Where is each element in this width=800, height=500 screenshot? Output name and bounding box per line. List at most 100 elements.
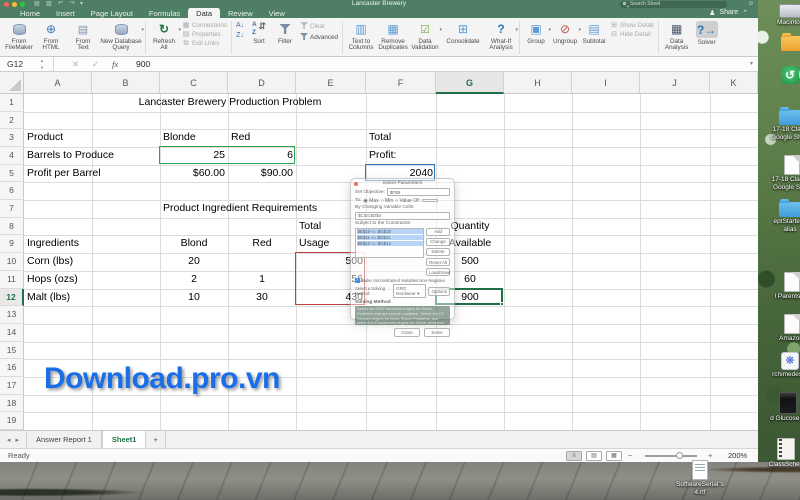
method-dropdown[interactable]: GRG Nonlinear ▾ xyxy=(393,284,427,299)
row-header-3[interactable]: 3 xyxy=(0,129,24,148)
what-if-analysis-button[interactable]: ? ▾ What-If Analysis xyxy=(485,20,518,52)
cell-C11[interactable]: 2 xyxy=(160,271,228,289)
row-header-10[interactable]: 10 xyxy=(0,253,24,271)
row-header-18[interactable]: 18 xyxy=(0,394,24,413)
insert-function-icon[interactable]: fx xyxy=(112,57,118,72)
share-button[interactable]: Share xyxy=(719,9,738,16)
solve-button[interactable]: Solve xyxy=(424,327,450,337)
row-header-5[interactable]: 5 xyxy=(0,164,24,183)
cell-D12[interactable]: 30 xyxy=(228,289,296,307)
add-constraint-button[interactable]: Add xyxy=(426,227,450,237)
from-text-button[interactable]: ▤ From Text xyxy=(67,20,99,52)
data-analysis-button[interactable]: ▦ Data Analysis xyxy=(661,20,693,52)
load-save-button[interactable]: Load/Save xyxy=(426,267,451,277)
sort-button[interactable]: A Z ⇵ Sort xyxy=(246,20,272,45)
row-header-9[interactable]: 9 xyxy=(0,235,24,254)
sort-ascending-button[interactable]: A↓ xyxy=(236,22,244,30)
cell-A11[interactable]: Hops (ozs) xyxy=(24,271,92,289)
objective-field[interactable]: $F$5 xyxy=(386,188,450,196)
column-header-C[interactable]: C xyxy=(160,72,228,94)
close-button[interactable]: Close xyxy=(394,327,420,337)
dialog-close-icon[interactable] xyxy=(354,181,358,186)
min-radio[interactable]: ○ Min xyxy=(381,198,393,204)
row-header-4[interactable]: 4 xyxy=(0,147,24,165)
cell-D9[interactable]: Red xyxy=(228,235,296,253)
cell-C3[interactable]: Blonde xyxy=(160,129,228,147)
tab-page-layout[interactable]: Page Layout xyxy=(83,8,141,18)
add-sheet-button[interactable]: + xyxy=(146,431,166,448)
cell-C9[interactable]: Blond xyxy=(160,235,228,253)
feedback-smiley-icon[interactable]: ☺ xyxy=(747,0,754,8)
row-header-6[interactable]: 6 xyxy=(0,182,24,201)
new-database-query-button[interactable]: ▾ New Database Query xyxy=(99,20,144,52)
desktop-icon-macintos[interactable]: Macintos xyxy=(766,4,800,27)
column-header-B[interactable]: B xyxy=(92,72,160,94)
tab-review[interactable]: Review xyxy=(220,8,261,18)
constraint-item[interactable]: $E$11 <= $G$11 xyxy=(356,234,423,241)
desktop-icon-eptstarterk[interactable]: eptStarterKalias xyxy=(766,199,800,233)
show-detail-button[interactable]: ⊞ Show Detail xyxy=(610,22,654,30)
row-header-1[interactable]: 1 xyxy=(0,94,24,112)
desktop-icon-classsched[interactable]: ClassSched xyxy=(762,438,800,469)
reset-all-button[interactable]: Reset All xyxy=(426,257,450,267)
connections-button[interactable]: ▦ Connections xyxy=(182,22,227,30)
column-header-D[interactable]: D xyxy=(228,72,296,94)
subtotal-button[interactable]: ▤ Subtotal xyxy=(580,20,608,45)
cell-D3[interactable]: Red xyxy=(228,129,296,147)
row-header-15[interactable]: 15 xyxy=(0,341,24,360)
name-box-stepper[interactable]: ▲ ▼ xyxy=(40,58,44,71)
column-header-E[interactable]: E xyxy=(296,72,366,94)
filter-button[interactable]: Filter xyxy=(272,20,298,45)
cell-C5[interactable]: $60.00 xyxy=(160,165,228,183)
column-header-K[interactable]: K xyxy=(710,72,758,94)
cancel-entry-icon[interactable]: ✕ xyxy=(72,57,79,72)
next-sheet-icon[interactable]: ▸ xyxy=(16,436,20,444)
consolidate-button[interactable]: ⊞ Consolidate xyxy=(441,20,485,45)
desktop-icon-tmachine[interactable]: ↺ xyxy=(766,66,800,85)
row-header-11[interactable]: 11 xyxy=(0,270,24,289)
tab-data[interactable]: Data xyxy=(188,8,221,18)
column-header-J[interactable]: J xyxy=(640,72,710,94)
cell-A5[interactable]: Profit per Barrel xyxy=(24,165,101,183)
change-constraint-button[interactable]: Change xyxy=(426,237,450,247)
advanced-filter-button[interactable]: Advanced xyxy=(300,33,338,43)
constraint-item[interactable]: $E$12 <= $G$12 xyxy=(356,240,423,246)
clear-filter-button[interactable]: Clear xyxy=(300,22,338,32)
prev-sheet-icon[interactable]: ◂ xyxy=(7,436,11,444)
row-header-19[interactable]: 19 xyxy=(0,412,24,430)
row-header-14[interactable]: 14 xyxy=(0,323,24,342)
desktop-icon-17-18-class[interactable]: 17-18 ClassGoogle Shee xyxy=(766,107,800,141)
row-header-16[interactable]: 16 xyxy=(0,359,24,377)
hide-detail-button[interactable]: ⊟ Hide Detail xyxy=(610,31,654,39)
column-header-G[interactable]: G xyxy=(436,72,504,94)
from-html-button[interactable]: ⊕ From HTML xyxy=(35,20,67,52)
page-layout-view-button[interactable]: ▤ xyxy=(586,451,602,461)
cell-A1[interactable]: Lancaster Brewery Production Problem xyxy=(24,94,436,112)
row-header-17[interactable]: 17 xyxy=(0,376,24,395)
constraint-item[interactable]: $E$10 <= $G$10 xyxy=(356,229,423,235)
value-of-radio[interactable]: ○ Value Of: xyxy=(395,198,420,204)
value-of-field[interactable] xyxy=(422,199,439,202)
desktop-icon-softwareserial-s-4-rtf[interactable]: SoftwareSerial"s 4.rtf xyxy=(676,460,724,496)
cell-A9[interactable]: Ingredients xyxy=(24,235,92,253)
refresh-all-button[interactable]: ↻ ▾ Refresh All xyxy=(148,20,181,52)
row-header-12[interactable]: 12 xyxy=(0,288,24,307)
spreadsheet-grid[interactable]: Download.pro.vn Solver Parameters Set Ob… xyxy=(0,72,758,430)
cell-F3[interactable]: Total xyxy=(366,129,436,147)
page-break-view-button[interactable]: ▦ xyxy=(606,451,622,461)
sort-descending-button[interactable]: Z↓ xyxy=(236,32,244,40)
cell-D5[interactable]: $90.00 xyxy=(228,165,296,183)
sheet-tab-sheet1[interactable]: Sheet1 xyxy=(101,431,147,448)
desktop-icon-folder-o[interactable] xyxy=(768,33,800,52)
data-validation-button[interactable]: ☑ ▾ Data Validation xyxy=(409,20,442,52)
constraints-list[interactable]: $E$10 <= $G$10 $E$11 <= $G$11 $E$12 <= $… xyxy=(355,227,424,258)
desktop-icon-d-glucose-r[interactable]: d Glucose R xyxy=(764,392,800,423)
from-filemaker-button[interactable]: From FileMaker xyxy=(3,20,35,52)
cell-A3[interactable]: Product xyxy=(24,129,92,147)
zoom-percentage[interactable]: 200% xyxy=(728,449,747,462)
properties-button[interactable]: ▤ Properties xyxy=(182,31,227,39)
name-box[interactable]: G12 xyxy=(0,57,54,72)
changing-cells-field[interactable]: $C$4:$D$4 xyxy=(355,211,450,220)
solver-button[interactable]: ?→ Solver xyxy=(693,20,721,46)
row-header-7[interactable]: 7 xyxy=(0,200,24,218)
